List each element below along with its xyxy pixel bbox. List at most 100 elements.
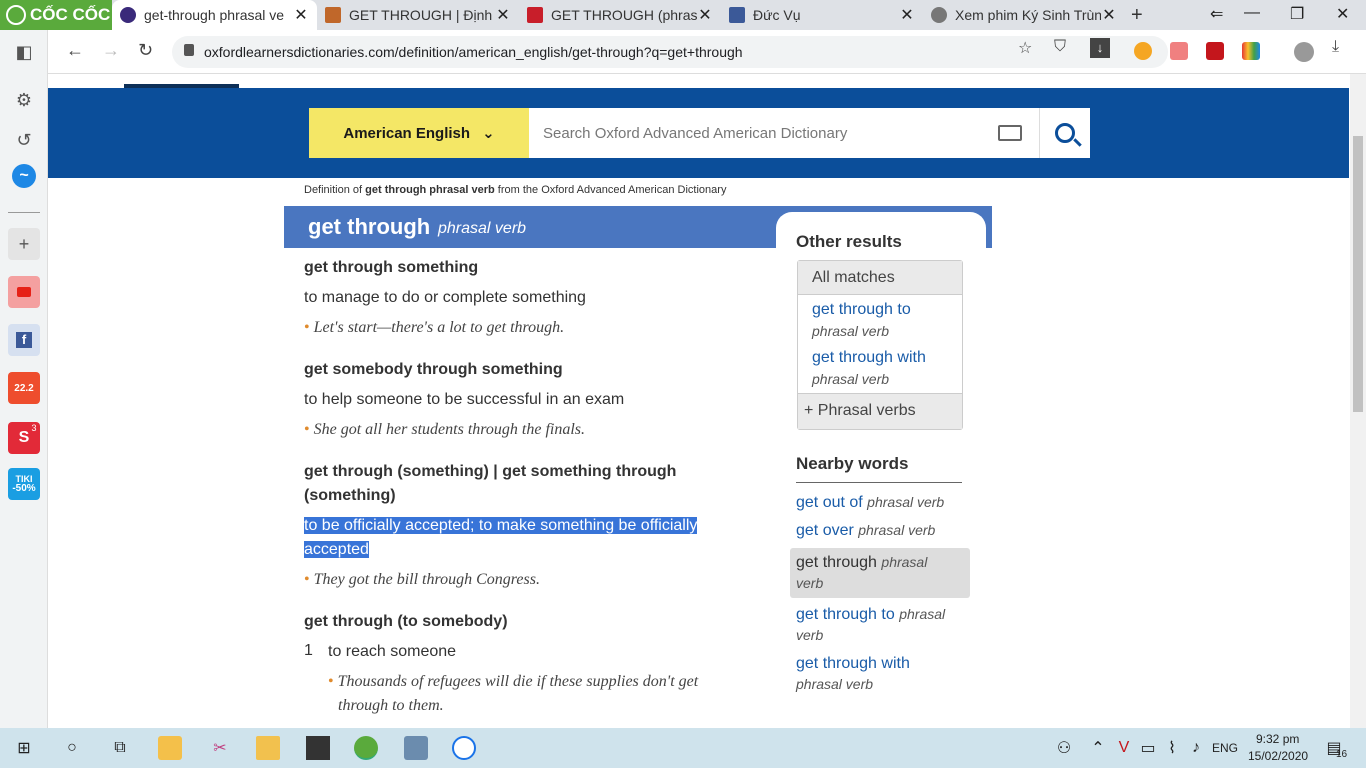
clock-date[interactable]: 15/02/2020 xyxy=(1248,749,1308,763)
youtube-icon[interactable] xyxy=(8,276,40,308)
color-extension-icon[interactable] xyxy=(1242,42,1260,60)
profile-avatar[interactable] xyxy=(1294,42,1314,62)
tab-strip: CỐC CỐC get-through phrasal ve ✕ GET THR… xyxy=(0,0,1366,30)
dictionary-select[interactable]: American English ⌄ xyxy=(309,108,529,158)
tiki-icon[interactable]: TIKI -50% xyxy=(8,468,40,500)
match-pos: phrasal verb xyxy=(812,323,890,339)
sense-definition: to manage to do or complete something xyxy=(304,289,586,306)
lock-icon xyxy=(184,44,194,56)
nearby-word-current[interactable]: get through phrasal verb xyxy=(790,548,970,598)
sense-phrase: get through (something) | get something … xyxy=(304,460,754,508)
example-text: Let's start—there's a lot to get through… xyxy=(313,319,565,336)
tab-cambridge[interactable]: GET THROUGH | Định n ✕ xyxy=(317,0,519,30)
shopee-icon[interactable]: 22.2 xyxy=(8,372,40,404)
nearby-word: get out of xyxy=(796,494,863,511)
people-icon[interactable]: ⚇ xyxy=(1052,736,1076,760)
show-hidden-icons-icon[interactable]: ⌃ xyxy=(1086,736,1110,760)
other-results-heading: Other results xyxy=(796,232,902,251)
windows-start-icon[interactable]: ⊞ xyxy=(12,736,36,760)
history-icon[interactable]: ↺ xyxy=(8,124,40,156)
sense-phrase: get somebody through something xyxy=(304,361,563,378)
nearby-word: get through to xyxy=(796,606,895,623)
wifi-icon[interactable]: ⌇ xyxy=(1160,736,1184,760)
definition-line-bold: get through phrasal verb xyxy=(365,184,495,196)
notification-count: 16 xyxy=(1336,749,1348,760)
snipping-tool-icon[interactable]: ✂ xyxy=(208,736,232,760)
minimize-icon[interactable]: — xyxy=(1244,4,1260,22)
sticky-app-icon[interactable] xyxy=(158,736,182,760)
tab-macmillan[interactable]: GET THROUGH (phrasal ✕ xyxy=(519,0,721,30)
browser-toolbar: ← → ↻ oxfordlearnersdictionaries.com/def… xyxy=(48,30,1366,74)
task-view-icon[interactable]: ⧉ xyxy=(108,736,132,760)
back-icon[interactable]: ← xyxy=(66,40,84,61)
sense-phrase-line: (something) xyxy=(304,487,396,504)
settings-icon[interactable]: ⚙ xyxy=(8,84,40,116)
downloads-icon[interactable]: ⤓ xyxy=(1332,38,1339,56)
adblock-extension-icon[interactable] xyxy=(1170,42,1188,60)
sense-number: 1 xyxy=(304,642,313,659)
shield-icon[interactable]: ⛉ xyxy=(1054,38,1066,56)
coccoc-taskbar-icon[interactable] xyxy=(354,736,378,760)
match-link[interactable]: get through to xyxy=(812,301,911,319)
messenger-icon[interactable]: ~ xyxy=(12,164,36,188)
tab-oxford[interactable]: get-through phrasal ve ✕ xyxy=(112,0,317,30)
match-link[interactable]: get through with xyxy=(812,349,926,367)
close-icon[interactable]: ✕ xyxy=(293,5,309,25)
sticky-notes-icon[interactable] xyxy=(306,736,330,760)
nearby-word-link[interactable]: get through with phrasal verb xyxy=(796,653,962,695)
coccoc-extension-icon[interactable] xyxy=(1134,42,1152,60)
bookmark-star-icon[interactable]: ☆ xyxy=(1018,38,1032,58)
tab-movie[interactable]: Xem phim Ký Sinh Trùng ✕ xyxy=(923,0,1125,30)
restore-icon[interactable]: ❐ xyxy=(1290,4,1304,24)
nearby-pos: phrasal verb xyxy=(796,676,874,692)
coccoc-logo[interactable]: CỐC CỐC xyxy=(0,0,112,30)
close-icon[interactable]: ✕ xyxy=(697,5,713,25)
search-button[interactable] xyxy=(1039,108,1090,158)
headword-pos: phrasal verb xyxy=(438,220,527,237)
battery-icon[interactable]: ▭ xyxy=(1136,736,1160,760)
facebook-icon[interactable]: f xyxy=(8,324,40,356)
search-input[interactable]: Search Oxford Advanced American Dictiona… xyxy=(529,108,1039,158)
tab-search-icon[interactable]: ⇐ xyxy=(1210,4,1223,24)
volume-icon[interactable]: ♪ xyxy=(1184,736,1208,760)
close-icon[interactable]: ✕ xyxy=(899,5,915,25)
reload-icon[interactable]: ↻ xyxy=(138,40,153,61)
keyboard-icon[interactable] xyxy=(998,125,1022,141)
sidebar-toggle-icon[interactable]: ◧ xyxy=(8,36,40,68)
phrasal-verbs-expander[interactable]: + Phrasal verbs xyxy=(798,393,962,429)
example-text: She got all her students through the fin… xyxy=(313,421,586,438)
forward-icon[interactable]: → xyxy=(102,40,120,61)
page-scrollbar[interactable] xyxy=(1350,74,1366,728)
tab-title: GET THROUGH | Định n xyxy=(349,7,495,23)
nearby-word-link[interactable]: get over phrasal verb xyxy=(796,520,962,541)
new-tab-icon[interactable]: + xyxy=(1131,4,1143,27)
close-window-icon[interactable]: ✕ xyxy=(1336,4,1349,24)
input-language[interactable]: ENG xyxy=(1212,741,1238,755)
close-icon[interactable]: ✕ xyxy=(1101,5,1117,25)
app-taskbar-icon[interactable] xyxy=(404,736,428,760)
nearby-pos: phrasal xyxy=(899,606,946,622)
vietkey-icon[interactable]: V xyxy=(1112,736,1136,760)
zalo-icon[interactable] xyxy=(452,736,476,760)
sense-example: • Let's start—there's a lot to get throug… xyxy=(304,316,564,340)
selected-text: to be officially accepted; to make somet… xyxy=(304,517,698,534)
cortana-search-icon[interactable]: ○ xyxy=(60,736,84,760)
nearby-word: get through with xyxy=(796,655,910,672)
add-icon[interactable]: + xyxy=(8,228,40,260)
definition-source-line: Definition of get through phrasal verb f… xyxy=(304,184,726,196)
nearby-word-link[interactable]: get through to phrasal verb xyxy=(796,604,962,646)
all-matches-header[interactable]: All matches xyxy=(798,261,962,295)
file-explorer-icon[interactable] xyxy=(256,736,280,760)
page-content: American English ⌄ Search Oxford Advance… xyxy=(48,74,1350,728)
browser-sidebar: ◧ ⚙ ↺ ~ + f 22.2 S 3 TIKI -50% xyxy=(0,30,48,728)
tab-facebook[interactable]: Đức Vụ ✕ xyxy=(721,0,923,30)
video-extension-icon[interactable] xyxy=(1206,42,1224,60)
example-text: Thousands of refugees will die if these … xyxy=(337,673,699,690)
scrollbar-thumb[interactable] xyxy=(1353,136,1363,412)
sense-definition-selected: to be officially accepted; to make somet… xyxy=(304,514,744,562)
clock-time[interactable]: 9:32 pm xyxy=(1256,732,1299,746)
nearby-word-link[interactable]: get out of phrasal verb xyxy=(796,492,962,513)
tab-title: get-through phrasal ve xyxy=(144,7,285,23)
close-icon[interactable]: ✕ xyxy=(495,5,511,25)
download-page-icon[interactable]: ↓ xyxy=(1090,38,1110,58)
